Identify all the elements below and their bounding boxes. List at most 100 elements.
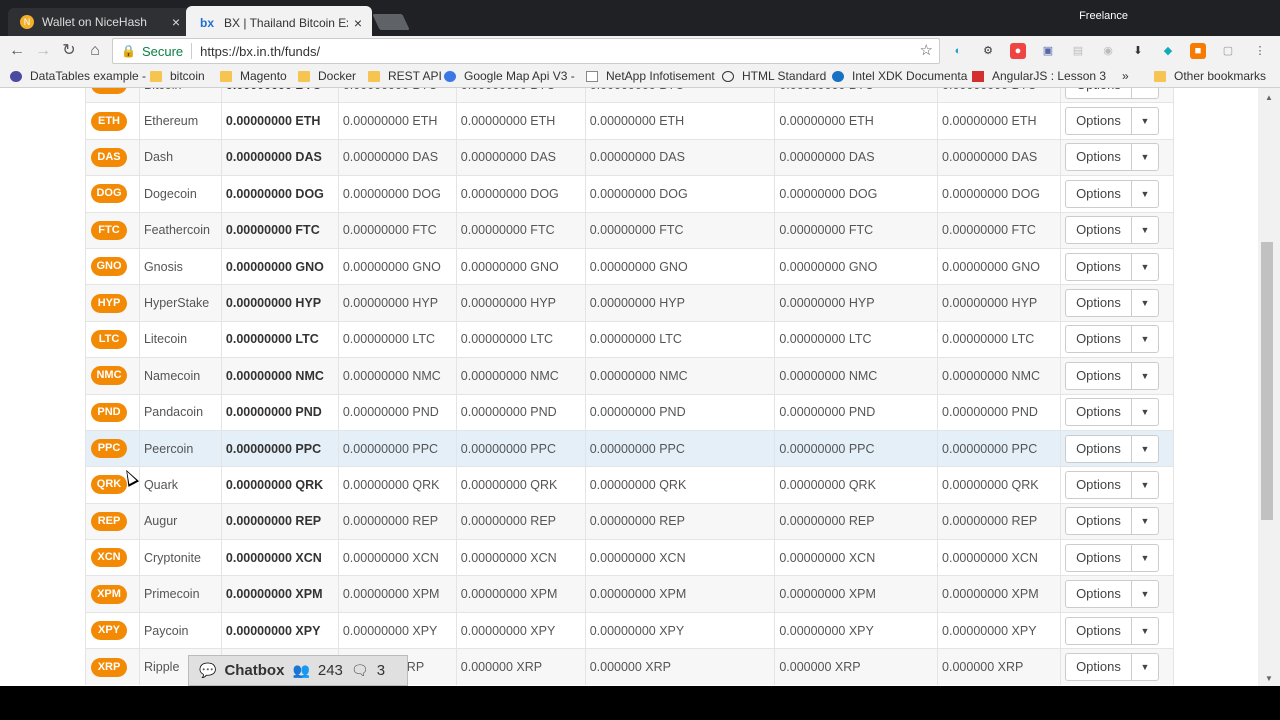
- caret-down-icon[interactable]: ▼: [1132, 108, 1158, 134]
- nicehash-icon: N: [20, 15, 34, 29]
- options-dropdown[interactable]: Options▼: [1064, 543, 1159, 572]
- caret-down-icon[interactable]: ▼: [1132, 436, 1158, 462]
- caret-down-icon[interactable]: ▼: [1132, 399, 1158, 425]
- options-button[interactable]: Options: [1066, 471, 1132, 498]
- options-button[interactable]: Options: [1066, 180, 1132, 207]
- options-dropdown[interactable]: Options▼: [1064, 289, 1159, 318]
- close-icon[interactable]: ×: [172, 14, 180, 30]
- options-button[interactable]: Options: [1066, 544, 1132, 571]
- balance-cell: 0.00000000 PND: [774, 393, 939, 431]
- extension-icon[interactable]: ◆: [1160, 43, 1176, 59]
- caret-down-icon[interactable]: ▼: [1132, 290, 1158, 316]
- options-button[interactable]: Options: [1066, 108, 1132, 135]
- total-cell: 0.00000000 XCN: [221, 539, 339, 576]
- options-button[interactable]: Options: [1066, 654, 1132, 681]
- options-dropdown[interactable]: Options▼: [1064, 580, 1159, 609]
- chatbox-bar[interactable]: 💬 Chatbox 👥 243 🗨 3: [188, 655, 408, 686]
- bookmark-item[interactable]: DataTables example -: [10, 69, 146, 83]
- tab-bx[interactable]: bx BX | Thailand Bitcoin Exc ×: [186, 6, 372, 40]
- extension-icon[interactable]: ▢: [1220, 43, 1236, 59]
- scroll-up-icon[interactable]: ▲: [1265, 93, 1273, 102]
- extension-icon[interactable]: ■: [1190, 43, 1206, 59]
- balance-value: 0.00000000 ETH: [942, 114, 1037, 129]
- options-dropdown[interactable]: Options▼: [1064, 398, 1159, 427]
- bookmark-item[interactable]: HTML Standard: [722, 69, 826, 83]
- caret-down-icon[interactable]: ▼: [1132, 472, 1158, 498]
- profile-name[interactable]: Freelance: [1079, 10, 1128, 22]
- options-button[interactable]: Options: [1066, 508, 1132, 535]
- options-button[interactable]: Options: [1066, 88, 1132, 98]
- options-button[interactable]: Options: [1066, 435, 1132, 462]
- options-button[interactable]: Options: [1066, 217, 1132, 244]
- close-icon[interactable]: ×: [354, 15, 362, 31]
- bookmark-folder[interactable]: Other bookmarks: [1154, 69, 1266, 83]
- bookmark-item[interactable]: AngularJS : Lesson 3: [972, 69, 1106, 83]
- caret-down-icon[interactable]: ▼: [1132, 545, 1158, 571]
- options-dropdown[interactable]: Options▼: [1064, 143, 1159, 172]
- caret-down-icon[interactable]: ▼: [1132, 217, 1158, 243]
- gear-icon[interactable]: ⚙: [980, 43, 996, 59]
- options-button[interactable]: Options: [1066, 253, 1132, 280]
- scrollbar[interactable]: ▲ ▼: [1258, 88, 1280, 686]
- home-icon[interactable]: ⌂: [84, 40, 106, 62]
- options-dropdown[interactable]: Options▼: [1064, 252, 1159, 281]
- reload-icon[interactable]: ↻: [58, 40, 80, 62]
- url-text[interactable]: https://bx.in.th/funds/: [200, 44, 320, 59]
- options-dropdown[interactable]: Options▼: [1064, 507, 1159, 536]
- new-tab-button[interactable]: [372, 14, 410, 30]
- bookmark-folder[interactable]: Docker: [298, 69, 356, 83]
- caret-down-icon[interactable]: ▼: [1132, 144, 1158, 170]
- bookmark-folder[interactable]: REST API: [368, 69, 442, 83]
- options-dropdown[interactable]: Options▼: [1064, 653, 1159, 682]
- options-dropdown[interactable]: Options▼: [1064, 88, 1159, 99]
- options-dropdown[interactable]: Options▼: [1064, 179, 1159, 208]
- extension-icon[interactable]: ▤: [1070, 43, 1086, 59]
- bookmark-item[interactable]: NetApp Infotisement: [586, 69, 715, 83]
- bookmark-star-icon[interactable]: ☆: [920, 41, 933, 59]
- caret-down-icon[interactable]: ▼: [1132, 581, 1158, 607]
- options-dropdown[interactable]: Options▼: [1064, 361, 1159, 390]
- options-dropdown[interactable]: Options▼: [1064, 325, 1159, 354]
- options-button[interactable]: Options: [1066, 362, 1132, 389]
- options-dropdown[interactable]: Options▼: [1064, 216, 1159, 245]
- options-button[interactable]: Options: [1066, 144, 1132, 171]
- caret-down-icon[interactable]: ▼: [1132, 254, 1158, 280]
- options-dropdown[interactable]: Options▼: [1064, 107, 1159, 136]
- wordpress-icon: [444, 70, 456, 82]
- caret-down-icon[interactable]: ▼: [1132, 508, 1158, 534]
- caret-down-icon[interactable]: ▼: [1132, 88, 1158, 98]
- menu-icon[interactable]: ⋮: [1252, 43, 1268, 59]
- forward-icon[interactable]: →: [32, 40, 54, 62]
- extension-icon[interactable]: ▣: [1040, 43, 1056, 59]
- more-bookmarks-button[interactable]: »: [1122, 69, 1129, 83]
- address-bar[interactable]: 🔒 Secure https://bx.in.th/funds/ ☆: [112, 38, 940, 64]
- options-dropdown[interactable]: Options▼: [1064, 470, 1159, 499]
- caret-down-icon[interactable]: ▼: [1132, 363, 1158, 389]
- bookmark-item[interactable]: Google Map Api V3 -: [444, 69, 575, 83]
- options-button[interactable]: Options: [1066, 290, 1132, 317]
- scrollbar-thumb[interactable]: [1261, 242, 1273, 520]
- options-dropdown[interactable]: Options▼: [1064, 616, 1159, 645]
- options-button[interactable]: Options: [1066, 617, 1132, 644]
- caret-down-icon[interactable]: ▼: [1132, 618, 1158, 644]
- bookmark-folder[interactable]: Magento: [220, 69, 287, 83]
- scroll-down-icon[interactable]: ▼: [1265, 674, 1273, 683]
- tab-nicehash[interactable]: N Wallet on NiceHash ×: [8, 8, 190, 36]
- download-icon[interactable]: ⬇: [1130, 43, 1146, 59]
- options-button[interactable]: Options: [1066, 399, 1132, 426]
- extension-icon[interactable]: ◐: [950, 43, 966, 59]
- options-button[interactable]: Options: [1066, 326, 1132, 353]
- options-dropdown[interactable]: Options▼: [1064, 434, 1159, 463]
- balance-value: 0.00000000 GNO: [942, 259, 1041, 274]
- extension-icon[interactable]: ●: [1010, 43, 1026, 59]
- caret-down-icon[interactable]: ▼: [1132, 326, 1158, 352]
- options-cell: Options▼: [1060, 611, 1175, 649]
- bookmark-folder[interactable]: bitcoin: [150, 69, 205, 83]
- camera-icon[interactable]: ◉: [1100, 43, 1116, 59]
- options-button[interactable]: Options: [1066, 581, 1132, 608]
- balance-value: 0.00000000 ETH: [342, 114, 438, 129]
- caret-down-icon[interactable]: ▼: [1132, 181, 1158, 207]
- bookmark-item[interactable]: Intel XDK Documenta: [832, 69, 967, 83]
- back-icon[interactable]: ←: [6, 40, 28, 62]
- caret-down-icon[interactable]: ▼: [1132, 654, 1158, 680]
